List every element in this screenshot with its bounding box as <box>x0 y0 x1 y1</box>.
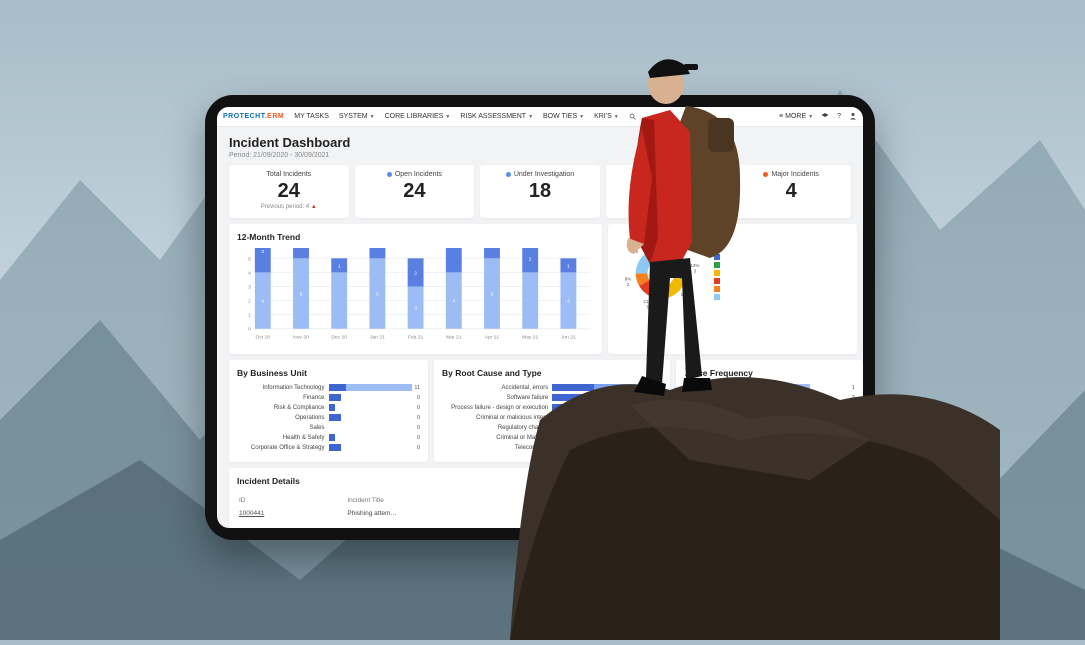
menu-system[interactable]: SYSTEM▼ <box>339 113 375 120</box>
menu-risk-assessment[interactable]: RISK ASSESSMENT▼ <box>460 113 533 120</box>
donut-chart-card: 17%413%317%421%58%225%6 <box>608 224 857 354</box>
svg-text:17%: 17% <box>681 292 690 297</box>
help-icon[interactable]: ? <box>837 113 841 120</box>
kpi-card: Open Incidents24 <box>355 165 475 218</box>
incident-details-table: IDIncident TitleDate IdentifiedBusiness … <box>237 492 843 521</box>
svg-text:3: 3 <box>248 284 251 290</box>
svg-text:Dec 20: Dec 20 <box>331 335 347 341</box>
svg-text:4: 4 <box>567 299 570 305</box>
svg-text:8%: 8% <box>625 276 632 281</box>
svg-text:Jun 21: Jun 21 <box>561 335 576 341</box>
kpi-row: Total Incidents24Previous period: 4 ▲Ope… <box>217 165 863 218</box>
svg-text:Jan 21: Jan 21 <box>370 335 385 341</box>
svg-text:13%: 13% <box>691 263 700 268</box>
menu-more[interactable]: ≡ MORE▼ <box>779 113 813 120</box>
svg-text:1: 1 <box>248 313 251 319</box>
svg-text:0: 0 <box>248 327 251 333</box>
incident-details-card: Incident Details IDIncident TitleDate Id… <box>229 468 851 528</box>
svg-text:5: 5 <box>647 305 650 310</box>
page-header: Incident Dashboard Period: 21/09/2020 - … <box>217 127 863 165</box>
donut-legend <box>714 254 720 300</box>
svg-text:17%: 17% <box>674 238 683 243</box>
svg-text:Nov 20: Nov 20 <box>293 335 309 341</box>
kpi-card: Total Incidents24Previous period: 4 ▲ <box>229 165 349 218</box>
trend-chart-card: 12-Month Trend 0 1 2 3 4 5 4 3 Oct 20 5 5 Nov 20 1 De… <box>229 224 602 354</box>
app-screen: PROTECHT.ERM MY TASKS SYSTEM▼ CORE LIBRA… <box>217 107 863 528</box>
main-menu: MY TASKS SYSTEM▼ CORE LIBRARIES▼ RISK AS… <box>294 113 636 121</box>
svg-text:1: 1 <box>567 263 570 269</box>
brand-logo: PROTECHT.ERM <box>223 113 284 120</box>
svg-text:1: 1 <box>338 263 341 269</box>
svg-text:25%: 25% <box>632 243 641 248</box>
trend-chart: 01234543Oct 2055Nov 201Dec 2053Jan 2132F… <box>237 248 594 343</box>
grad-cap-icon[interactable] <box>821 112 829 122</box>
menu-core-libraries[interactable]: CORE LIBRARIES▼ <box>385 113 451 120</box>
svg-text:2: 2 <box>627 282 630 287</box>
page-period: Period: 21/09/2020 - 30/09/2021 <box>229 152 851 159</box>
menu-kris[interactable]: KRI'S▼ <box>594 113 619 120</box>
by-root-cause-card: By Root Cause and Type Accidental, error… <box>434 360 670 462</box>
search-icon[interactable] <box>629 113 637 121</box>
svg-text:5: 5 <box>248 256 251 262</box>
page-title: Incident Dashboard <box>229 135 851 150</box>
svg-text:3: 3 <box>414 306 417 312</box>
menu-my-tasks[interactable]: MY TASKS <box>294 113 329 120</box>
svg-text:2: 2 <box>529 256 532 262</box>
svg-text:5: 5 <box>491 292 494 298</box>
menu-bow-ties[interactable]: BOW TIES▼ <box>543 113 584 120</box>
by-consequence-card: …nce Frequency 121 <box>676 360 863 462</box>
svg-text:2: 2 <box>248 299 251 305</box>
svg-text:2: 2 <box>414 270 417 276</box>
svg-text:Mar 21: Mar 21 <box>446 335 462 341</box>
svg-text:Oct 20: Oct 20 <box>256 335 271 341</box>
svg-text:3: 3 <box>694 269 697 274</box>
kpi-card: Closed Incidents0 <box>606 165 726 218</box>
kpi-card: Major Incidents4 <box>731 165 851 218</box>
svg-text:5: 5 <box>300 292 303 298</box>
by-business-unit-card: By Business Unit Information Technology1… <box>229 360 428 462</box>
svg-text:4: 4 <box>452 299 455 305</box>
kpi-card: Under Investigation18 <box>480 165 600 218</box>
svg-text:4: 4 <box>261 299 264 305</box>
svg-text:4: 4 <box>248 270 251 276</box>
donut-chart: 17%413%317%421%58%225%6 <box>616 232 706 322</box>
top-toolbar: PROTECHT.ERM MY TASKS SYSTEM▼ CORE LIBRA… <box>217 107 863 127</box>
svg-text:4: 4 <box>677 243 680 248</box>
user-icon[interactable] <box>849 112 857 122</box>
svg-text:5: 5 <box>376 292 379 298</box>
svg-text:21%: 21% <box>644 299 653 304</box>
svg-text:6: 6 <box>636 249 639 254</box>
trend-title: 12-Month Trend <box>237 232 594 242</box>
svg-text:May 21: May 21 <box>522 335 538 341</box>
svg-text:Feb 21: Feb 21 <box>408 335 424 341</box>
svg-text:4: 4 <box>684 297 687 302</box>
svg-text:3: 3 <box>261 249 264 255</box>
svg-text:Apr 21: Apr 21 <box>485 335 500 341</box>
tablet-frame: PROTECHT.ERM MY TASKS SYSTEM▼ CORE LIBRA… <box>205 95 875 540</box>
